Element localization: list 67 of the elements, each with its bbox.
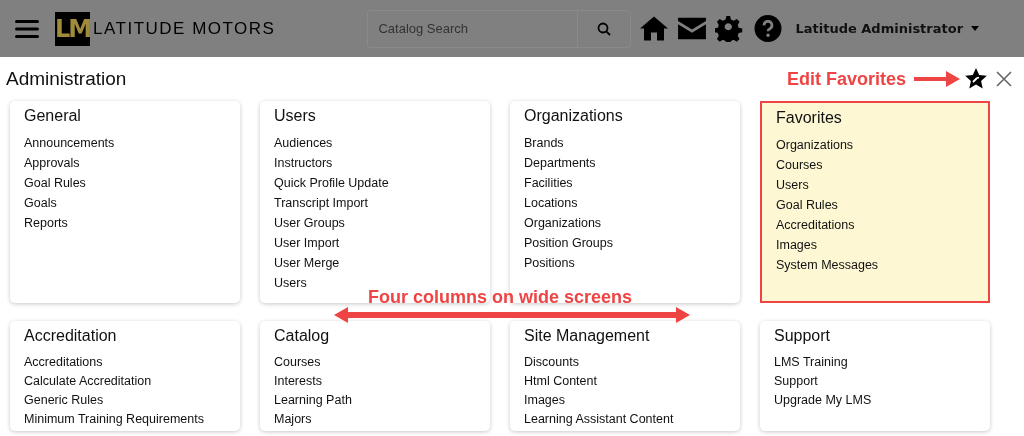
card-title: Site Management: [524, 327, 650, 345]
menu-icon[interactable]: [15, 18, 39, 39]
menu-link[interactable]: Support: [774, 372, 818, 391]
menu-link[interactable]: Goal Rules: [776, 195, 838, 215]
menu-link[interactable]: Positions: [524, 253, 575, 273]
search-icon[interactable]: [597, 21, 612, 36]
menu-link[interactable]: Announcements: [24, 133, 115, 153]
annotation-label: Edit Favorites: [786, 68, 906, 90]
menu-link[interactable]: Calculate Accreditation: [24, 372, 152, 391]
menu-link[interactable]: Goal Rules: [24, 173, 86, 193]
star-wrench-icon[interactable]: [964, 67, 988, 91]
menu-link[interactable]: User Merge: [274, 253, 340, 273]
menu-link[interactable]: Minimum Training Requirements: [24, 410, 204, 429]
menu-link[interactable]: Reports: [24, 213, 68, 233]
close-icon[interactable]: [996, 71, 1012, 87]
card-title: Catalog: [274, 327, 330, 345]
menu-link[interactable]: Transcript Import: [274, 193, 368, 213]
search-button[interactable]: [577, 9, 632, 48]
menu-link[interactable]: Organizations: [776, 135, 854, 155]
card-title: Support: [774, 327, 831, 345]
menu-link[interactable]: Users: [776, 175, 809, 195]
card-title: Favorites: [776, 109, 842, 127]
card-title: General: [24, 107, 81, 125]
home-icon[interactable]: [639, 15, 670, 42]
menu-link[interactable]: Departments: [524, 153, 596, 173]
menu-link[interactable]: Generic Rules: [24, 391, 104, 410]
menu-link[interactable]: Users: [274, 273, 307, 293]
menu-link[interactable]: User Groups: [274, 213, 345, 233]
menu-link[interactable]: Images: [524, 391, 565, 410]
menu-link[interactable]: Instructors: [274, 153, 333, 173]
menu-link[interactable]: Courses: [274, 353, 321, 372]
card-title: Accreditation: [24, 327, 117, 345]
brand-name: LATITUDE MOTORS: [93, 18, 276, 39]
card-title: Users: [274, 107, 316, 125]
menu-link[interactable]: Interests: [274, 372, 322, 391]
menu-link[interactable]: Organizations: [524, 213, 602, 233]
mail-icon[interactable]: [677, 15, 708, 42]
menu-link[interactable]: Position Groups: [524, 233, 613, 253]
menu-link[interactable]: Quick Profile Update: [274, 173, 389, 193]
menu-link[interactable]: User Import: [274, 233, 340, 253]
menu-link[interactable]: Locations: [524, 193, 578, 213]
menu-link[interactable]: Brands: [524, 133, 564, 153]
menu-link[interactable]: Images: [776, 235, 817, 255]
menu-link[interactable]: System Messages: [776, 255, 879, 275]
caret-icon: [971, 26, 980, 31]
menu-link[interactable]: Learning Path: [274, 391, 352, 410]
menu-link[interactable]: Accreditations: [776, 215, 855, 235]
menu-link[interactable]: Audiences: [274, 133, 333, 153]
menu-link[interactable]: Html Content: [524, 372, 597, 391]
menu-link[interactable]: LMS Training: [774, 353, 848, 372]
search-field[interactable]: Catalog Search: [367, 9, 578, 48]
menu-link[interactable]: Courses: [776, 155, 823, 175]
menu-link[interactable]: Facilities: [524, 173, 573, 193]
menu-link[interactable]: Upgrade My LMS: [774, 391, 872, 410]
menu-link[interactable]: Accreditations: [24, 353, 103, 372]
menu-link[interactable]: Discounts: [524, 353, 579, 372]
menu-link[interactable]: Goals: [24, 193, 57, 213]
help-icon[interactable]: [753, 15, 784, 42]
annotation-arrow: [914, 71, 960, 87]
menu-link[interactable]: Learning Assistant Content: [524, 410, 674, 429]
card-title: Organizations: [524, 107, 623, 125]
page-title: Administration: [6, 68, 128, 90]
menu-link[interactable]: Approvals: [24, 153, 80, 173]
annotation-label: Four columns on wide screens: [368, 287, 633, 308]
user-menu[interactable]: Latitude Administrator: [795, 21, 980, 36]
logo-mark: LM: [55, 11, 90, 46]
menu-link[interactable]: Majors: [274, 410, 312, 429]
